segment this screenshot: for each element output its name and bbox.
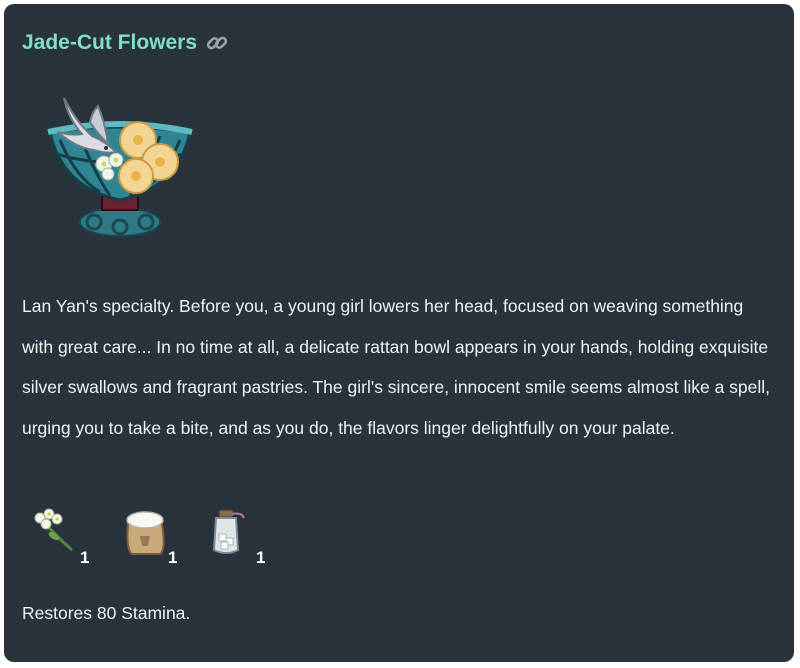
title-row: Jade-Cut Flowers: [22, 31, 229, 55]
ingredient-qty: 1: [80, 548, 90, 567]
ingredient-item-sugar[interactable]: 1: [208, 504, 266, 570]
flour-sack-icon: [126, 511, 165, 555]
ingredient-qty: 1: [168, 548, 178, 567]
recipe-card: Jade-Cut Flowers Lan Yan's specialty. Be…: [4, 4, 794, 662]
link-icon[interactable]: [205, 31, 229, 55]
sugar-jar-icon: [212, 509, 245, 554]
dish-icon: [36, 92, 202, 254]
recipe-description: Lan Yan's specialty. Before you, a young…: [22, 296, 771, 438]
ingredient-item-jasmine[interactable]: 1: [32, 504, 90, 570]
recipe-effect: Restores 80 Stamina.: [22, 603, 191, 623]
jasmine-flower-icon: [34, 508, 73, 552]
ingredient-qty: 1: [256, 548, 266, 567]
ingredient-list: 1 1 1: [32, 504, 266, 570]
ingredient-item-flour[interactable]: 1: [120, 504, 178, 570]
recipe-title: Jade-Cut Flowers: [22, 31, 198, 54]
